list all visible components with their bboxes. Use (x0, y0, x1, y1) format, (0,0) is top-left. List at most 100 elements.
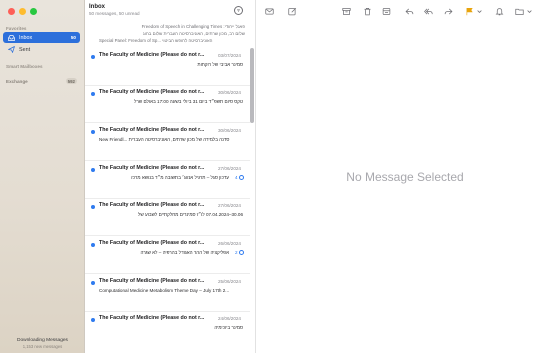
flag-button[interactable] (464, 6, 475, 16)
mailbox-header: Inbox 50 messages, 50 unread (89, 4, 140, 16)
message-subject: New Friendl... סדנה בלמידה של מכון שרתים… (99, 137, 230, 142)
minimize-window-button[interactable] (19, 8, 26, 15)
list-scrollbar[interactable] (250, 48, 254, 123)
message-sender: The Faculty of Medicine (Please do not r… (99, 240, 205, 246)
message-row[interactable]: The Faculty of Medicine (Please do not r… (85, 52, 250, 86)
partial-message-line: Special Panel: Freedom of Sp... האוניברס… (99, 38, 213, 43)
activity-status-text: Downloading Messages (17, 338, 68, 343)
sidebar-item-inbox[interactable]: Inbox 50 (3, 32, 80, 43)
unread-dot (91, 168, 95, 172)
smart-mailboxes-section-label[interactable]: Smart Mailboxes (6, 64, 43, 69)
get-mail-button[interactable] (264, 6, 275, 16)
message-row[interactable]: The Faculty of Medicine (Please do not r… (85, 240, 250, 274)
unread-dot (91, 281, 95, 285)
message-date: 30/06/2024 (218, 128, 241, 133)
forward-icon (444, 8, 453, 14)
chevron-down-icon (526, 9, 532, 13)
message-row[interactable]: The Faculty of Medicine (Please do not r… (85, 127, 250, 161)
toolbar (256, 0, 554, 22)
message-subject: Computational Medicine Metabolism Theme … (99, 288, 230, 293)
reply-all-button[interactable] (423, 6, 434, 16)
move-button[interactable] (514, 6, 525, 16)
delete-button[interactable] (362, 6, 373, 16)
sidebar-item-sent[interactable]: Sent (3, 44, 80, 55)
message-sender: The Faculty of Medicine (Please do not r… (99, 52, 205, 58)
message-subject: סמינר אביבי של רוקחות (197, 62, 243, 67)
message-date: 25/06/2024 (218, 279, 241, 284)
activity-status: Downloading Messages 1,153 new messages (0, 338, 85, 349)
account-label: Exchange (6, 78, 28, 84)
account-count-badge: 592 (65, 78, 77, 84)
message-date: 24/06/2024 (218, 316, 241, 321)
archive-icon (342, 7, 351, 15)
message-date: 26/06/2024 (218, 241, 241, 246)
message-row[interactable]: The Faculty of Medicine (Please do not r… (85, 165, 250, 199)
message-sender: The Faculty of Medicine (Please do not r… (99, 127, 205, 133)
mailbox-subtitle: 50 messages, 50 unread (89, 11, 140, 16)
thread-count: 4 (235, 175, 238, 180)
thread-count-badge[interactable]: 2 (235, 250, 244, 255)
paper-plane-icon (7, 46, 15, 53)
message-row[interactable]: The Faculty of Medicine (Please do not r… (85, 315, 250, 349)
compose-icon (288, 7, 297, 15)
unread-dot (91, 130, 95, 134)
inbox-tray-icon (7, 34, 15, 41)
mute-button[interactable] (494, 6, 505, 16)
message-date: 27/06/2024 (218, 203, 241, 208)
reply-icon (405, 8, 414, 14)
junk-button[interactable] (381, 6, 392, 16)
trash-icon (364, 7, 371, 15)
zoom-window-button[interactable] (30, 8, 37, 15)
message-subject: אפליקציה של ההר האגודל בהרפיה – לא שגרה (140, 250, 229, 255)
close-window-button[interactable] (8, 8, 15, 15)
forward-button[interactable] (443, 6, 454, 16)
reply-all-icon (424, 8, 433, 14)
reply-button[interactable] (404, 6, 415, 16)
message-subject: סמינר ביוכימיה (214, 325, 243, 330)
move-to-folder-icon (515, 8, 524, 15)
unread-dot (91, 55, 95, 59)
unread-dot (91, 318, 95, 322)
unread-count-badge: 50 (70, 35, 76, 40)
thread-count-badge[interactable]: 4 (235, 175, 244, 180)
activity-status-detail: 1,153 new messages (22, 344, 63, 349)
junk-icon (382, 7, 391, 15)
envelope-icon (265, 8, 274, 14)
unread-dot (91, 205, 95, 209)
message-sender: The Faculty of Medicine (Please do not r… (99, 165, 205, 171)
message-sender: The Faculty of Medicine (Please do not r… (99, 202, 205, 208)
filter-button[interactable] (234, 6, 243, 15)
flag-menu-button[interactable] (476, 6, 482, 16)
partial-message-line: שלום רב, מכון שרתים, האוניברסיטה העברית … (142, 31, 245, 36)
message-sender: The Faculty of Medicine (Please do not r… (99, 278, 205, 284)
message-subject: טקס סיום תשפ״ד ביום 31 ביולי בשעה 17:00 … (133, 99, 243, 104)
favorites-section-label: Favorites (6, 26, 27, 31)
no-message-placeholder: No Message Selected (346, 170, 464, 184)
thread-chevron-icon (238, 250, 244, 255)
message-subject: 30.06–07.04.2024 לו״ז סמינרים מחלקתיים ל… (137, 212, 243, 217)
mailbox-title: Inbox (89, 4, 105, 10)
message-date: 30/06/2024 (218, 90, 241, 95)
message-row[interactable]: The Faculty of Medicine (Please do not r… (85, 89, 250, 123)
archive-button[interactable] (341, 6, 352, 16)
unread-dot (91, 92, 95, 96)
sidebar: Favorites Inbox 50 Sent Smart Mailboxes … (0, 0, 85, 353)
sidebar-item-label: Inbox (19, 34, 33, 41)
sidebar-account-exchange[interactable]: Exchange 592 (6, 78, 77, 84)
move-menu-button[interactable] (526, 6, 532, 16)
message-date: 27/06/2024 (218, 166, 241, 171)
message-list: Inbox 50 messages, 50 unread פאנל ייחודי… (85, 0, 256, 353)
partial-message-line: פאנל ייחודי: Freedom of Speech in Challe… (141, 24, 245, 29)
thread-count: 2 (235, 250, 238, 255)
sidebar-item-label: Sent (19, 46, 31, 53)
message-row[interactable]: The Faculty of Medicine (Please do not r… (85, 278, 250, 312)
message-row[interactable]: The Faculty of Medicine (Please do not r… (85, 202, 250, 236)
bell-icon (495, 7, 504, 15)
message-sender: The Faculty of Medicine (Please do not r… (99, 315, 205, 321)
message-sender: The Faculty of Medicine (Please do not r… (99, 89, 205, 95)
message-subject: עדכון סגל – תרגיל אנזוג׳ בתשובה מ״ד בנוש… (131, 175, 229, 180)
filter-icon (237, 9, 240, 12)
message-date: 03/07/2024 (218, 53, 241, 58)
window-controls (8, 8, 37, 15)
compose-button[interactable] (287, 6, 298, 16)
